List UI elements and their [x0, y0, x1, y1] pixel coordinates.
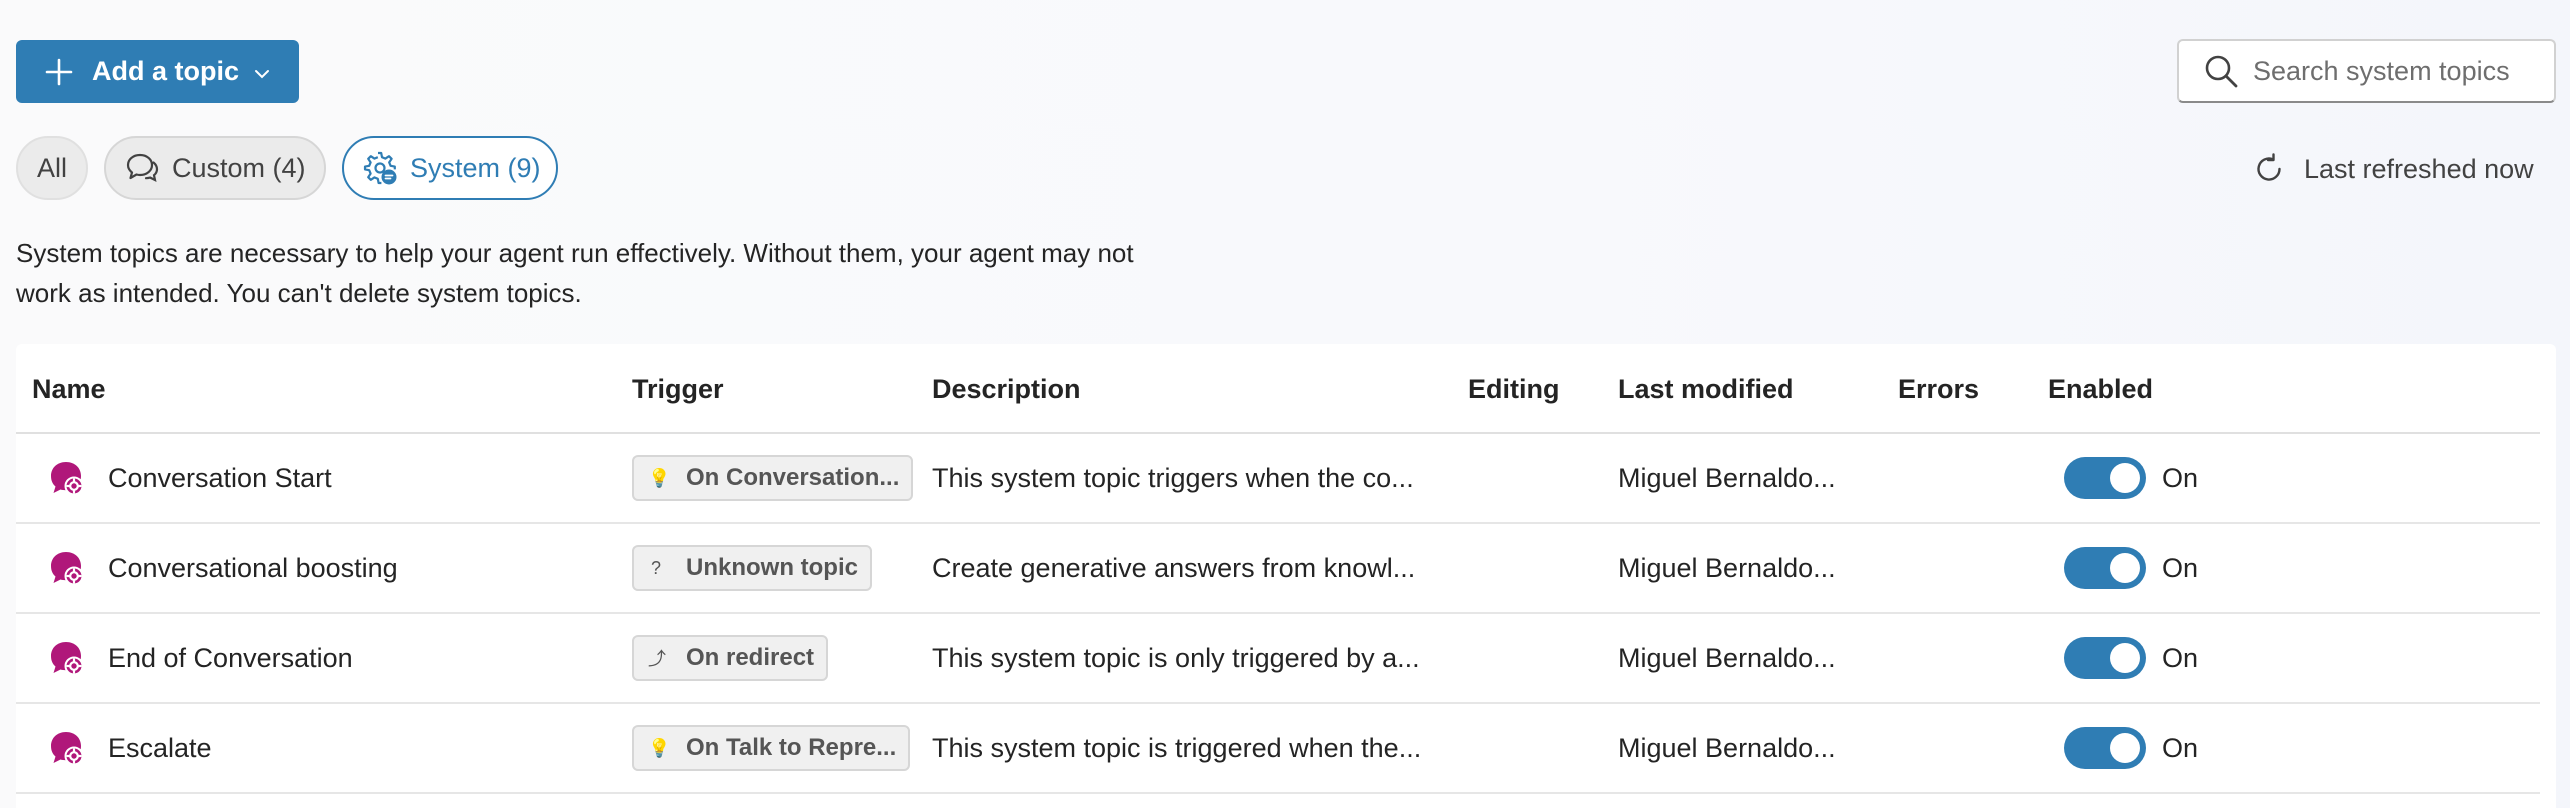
filter-system-label: System (9) — [410, 152, 541, 183]
topic-name-cell[interactable]: Escalate — [46, 704, 212, 792]
enabled-cell: On — [2064, 704, 2198, 792]
table-row[interactable]: Escalate 💡 On Talk to Repre... This syst… — [16, 704, 2540, 794]
last-modified-by: Miguel Bernaldo... — [1618, 732, 1836, 763]
toggle-knob — [2110, 643, 2140, 673]
column-header-description[interactable]: Description — [932, 344, 1081, 434]
table-header: Name Trigger Description Editing Last mo… — [16, 344, 2540, 434]
enabled-cell: On — [2064, 614, 2198, 702]
filter-system-chip[interactable]: System (9) — [342, 136, 558, 200]
enabled-label: On — [2162, 462, 2199, 493]
last-modified-by: Miguel Bernaldo... — [1618, 462, 1836, 493]
topic-name: Escalate — [108, 732, 212, 763]
lightbulb-icon: 💡 — [648, 737, 671, 758]
last-modified-by: Miguel Bernaldo... — [1618, 642, 1836, 673]
table-row[interactable]: Conversation Start 💡 On Conversation... … — [16, 434, 2540, 524]
topic-description: This system topic is triggered when the.… — [932, 732, 1422, 763]
topic-name-cell[interactable]: Conversational boosting — [46, 524, 398, 612]
refresh-label: Last refreshed now — [2304, 153, 2534, 184]
enabled-toggle[interactable] — [2064, 547, 2146, 589]
question-icon: ? — [650, 557, 661, 578]
search-icon — [2205, 55, 2238, 88]
column-header-last-modified[interactable]: Last modified — [1618, 344, 1794, 434]
system-topic-icon — [51, 642, 84, 676]
topics-table: Name Trigger Description Editing Last mo… — [16, 344, 2556, 808]
trigger-chip: 💡 On Conversation... — [632, 455, 914, 501]
chevron-down-icon — [255, 69, 269, 78]
system-topic-icon — [51, 462, 84, 496]
table-row[interactable]: End of Conversation ⤴ On redirect This s… — [16, 614, 2540, 704]
topic-name-cell[interactable]: End of Conversation — [46, 614, 353, 702]
trigger-cell: ? Unknown topic — [632, 524, 872, 612]
column-header-editing[interactable]: Editing — [1468, 344, 1559, 434]
lightbulb-icon: 💡 — [648, 467, 671, 488]
trigger-cell: 💡 On Talk to Repre... — [632, 704, 911, 792]
table-row[interactable]: Conversational boosting ? Unknown topic … — [16, 524, 2540, 614]
redirect-icon: ⤴ — [648, 649, 666, 669]
refresh-button[interactable]: Last refreshed now — [2252, 150, 2534, 188]
plus-icon — [45, 58, 73, 85]
trigger-cell: 💡 On Conversation... — [632, 434, 914, 522]
trigger-label: On redirect — [686, 644, 815, 671]
trigger-chip: ⤴ On redirect — [632, 635, 829, 681]
topic-name: Conversation Start — [108, 462, 332, 493]
topic-name: End of Conversation — [108, 642, 353, 673]
trigger-label: Unknown topic — [686, 554, 858, 581]
column-header-errors[interactable]: Errors — [1898, 344, 1979, 434]
toggle-knob — [2110, 553, 2140, 583]
enabled-toggle[interactable] — [2064, 637, 2146, 679]
topic-description: This system topic is only triggered by a… — [932, 642, 1420, 673]
system-topics-description: System topics are necessary to help your… — [16, 238, 1134, 308]
enabled-toggle[interactable] — [2064, 727, 2146, 769]
system-gear-icon — [363, 151, 397, 185]
search-box[interactable] — [2177, 39, 2556, 103]
enabled-label: On — [2162, 642, 2199, 673]
column-header-enabled[interactable]: Enabled — [2048, 344, 2153, 434]
filter-custom-label: Custom (4) — [172, 152, 306, 183]
trigger-chip: 💡 On Talk to Repre... — [632, 725, 911, 771]
toggle-knob — [2110, 733, 2140, 763]
toggle-knob — [2110, 463, 2140, 493]
enabled-toggle[interactable] — [2064, 457, 2146, 499]
chat-bubbles-icon — [126, 153, 159, 182]
enabled-cell: On — [2064, 524, 2198, 612]
trigger-label: On Conversation... — [686, 464, 900, 491]
topic-description: This system topic triggers when the co..… — [932, 462, 1414, 493]
topic-name: Conversational boosting — [108, 552, 398, 583]
enabled-label: On — [2162, 732, 2199, 763]
filter-all-label: All — [36, 152, 67, 183]
topic-name-cell[interactable]: Conversation Start — [46, 434, 332, 522]
system-topic-icon — [51, 732, 84, 766]
filter-custom-chip[interactable]: Custom (4) — [104, 136, 326, 200]
last-modified-by: Miguel Bernaldo... — [1618, 552, 1836, 583]
add-topic-button[interactable]: Add a topic — [16, 40, 299, 103]
trigger-label: On Talk to Repre... — [686, 734, 897, 761]
filter-all-chip[interactable]: All — [16, 136, 88, 200]
refresh-icon — [2257, 153, 2281, 181]
enabled-label: On — [2162, 552, 2199, 583]
system-topic-icon — [51, 552, 84, 586]
column-header-trigger[interactable]: Trigger — [632, 344, 724, 434]
enabled-cell: On — [2064, 434, 2198, 522]
add-topic-label: Add a topic — [92, 56, 239, 86]
trigger-cell: ⤴ On redirect — [632, 614, 829, 702]
topics-page: Add a topic All Custom (4) System (9) — [0, 0, 2570, 808]
search-input[interactable] — [2253, 55, 2513, 87]
trigger-chip: ? Unknown topic — [632, 545, 872, 591]
topic-description: Create generative answers from knowl... — [932, 552, 1416, 583]
column-header-name[interactable]: Name — [32, 344, 106, 434]
